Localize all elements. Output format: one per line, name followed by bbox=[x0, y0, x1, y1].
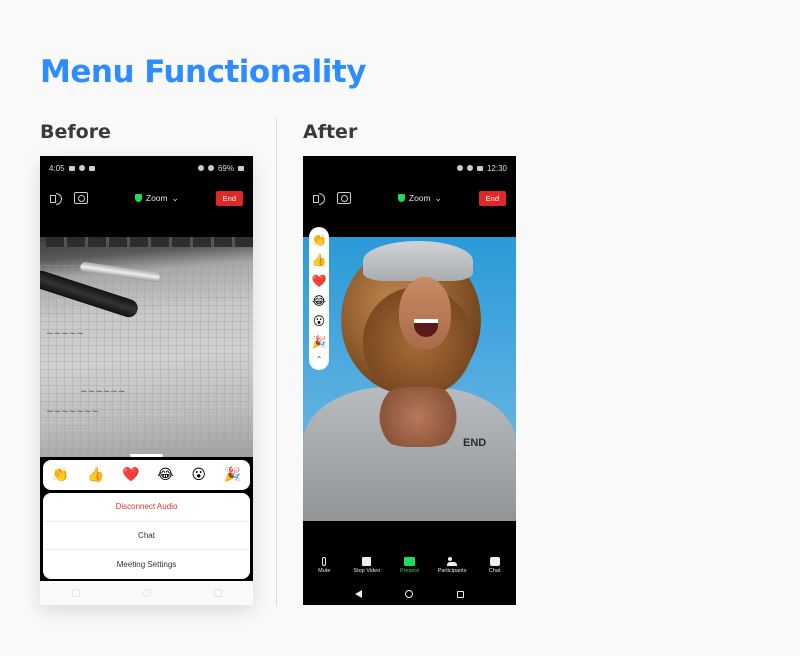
message-icon bbox=[78, 165, 85, 171]
hands-image bbox=[373, 387, 463, 447]
mute-label: Mute bbox=[318, 568, 331, 574]
back-icon[interactable] bbox=[213, 589, 222, 597]
shield-icon bbox=[397, 194, 405, 202]
stop-video-label: Stop Video bbox=[353, 568, 381, 574]
video-feed: END bbox=[303, 237, 516, 521]
participants-icon bbox=[447, 557, 458, 566]
image-icon bbox=[68, 165, 75, 171]
chat-label: Chat bbox=[488, 568, 501, 574]
home-icon[interactable] bbox=[405, 590, 414, 598]
chat-icon bbox=[489, 557, 500, 566]
heart-reaction[interactable]: ❤️ bbox=[122, 467, 139, 483]
meeting-title-text: Zoom bbox=[145, 193, 168, 203]
meeting-topbar: Zoom ⌄ End bbox=[303, 186, 516, 210]
face-image bbox=[399, 277, 451, 349]
microphone-icon bbox=[322, 557, 327, 566]
speaker-icon[interactable] bbox=[313, 192, 327, 205]
section-divider bbox=[276, 118, 277, 606]
chat-button[interactable]: Chat bbox=[475, 557, 515, 583]
laugh-reaction[interactable]: 😂 bbox=[312, 294, 326, 308]
android-navbar bbox=[303, 583, 516, 605]
meeting-title[interactable]: Zoom ⌄ bbox=[98, 193, 216, 204]
thumbs-up-reaction[interactable]: 👍 bbox=[87, 467, 104, 483]
video-feed: ~~~~~ ~~~~~~ ~~~~~~~ bbox=[40, 237, 253, 457]
after-label: After bbox=[303, 121, 358, 143]
sketch-mark: ~~~~~~~ bbox=[46, 407, 99, 417]
laugh-reaction[interactable]: 😂 bbox=[157, 467, 173, 483]
chevron-up-icon[interactable]: ⌃ bbox=[316, 355, 323, 364]
party-reaction[interactable]: 🎉 bbox=[224, 467, 241, 483]
disconnect-audio-item[interactable]: Disconnect Audio bbox=[43, 493, 250, 522]
switch-camera-icon[interactable] bbox=[74, 192, 88, 204]
signal-icon bbox=[466, 165, 473, 171]
meeting-title[interactable]: Zoom ⌄ bbox=[361, 193, 479, 204]
before-label: Before bbox=[40, 121, 111, 143]
stop-video-button[interactable]: Stop Video bbox=[347, 557, 387, 583]
recents-icon[interactable] bbox=[457, 590, 465, 598]
shield-icon bbox=[134, 194, 142, 202]
end-button[interactable]: End bbox=[215, 190, 243, 206]
status-time: 12:30 bbox=[486, 163, 507, 173]
video-icon bbox=[88, 165, 95, 171]
sketch-mark: ~~~~~ bbox=[46, 329, 84, 339]
page-title: Menu Functionality bbox=[40, 54, 366, 90]
clap-reaction[interactable]: 👏 bbox=[52, 467, 69, 483]
status-bar: 4:05 69% bbox=[40, 156, 253, 180]
thumbs-up-reaction[interactable]: 👍 bbox=[312, 253, 327, 267]
battery-icon bbox=[238, 165, 244, 171]
chevron-down-icon: ⌄ bbox=[434, 192, 442, 203]
meeting-title-text: Zoom bbox=[408, 193, 431, 203]
surprised-reaction[interactable]: 😮 bbox=[313, 314, 326, 328]
end-button[interactable]: End bbox=[478, 190, 506, 206]
meeting-toolbar: Mute Stop Video Present Participants Cha… bbox=[303, 557, 516, 583]
status-bar: 12:30 bbox=[303, 156, 516, 180]
clap-reaction[interactable]: 👏 bbox=[312, 233, 327, 247]
video-camera-icon bbox=[362, 557, 372, 566]
present-button[interactable]: Present bbox=[389, 557, 429, 583]
after-phone: 12:30 Zoom ⌄ End END 👏 👍 ❤️ 😂 😮 🎉 ⌃ Mute… bbox=[303, 156, 516, 605]
participants-button[interactable]: Participants bbox=[432, 557, 472, 583]
battery-icon bbox=[476, 165, 483, 171]
hoodie-text: END bbox=[463, 437, 487, 449]
speaker-icon[interactable] bbox=[50, 192, 64, 205]
android-navbar bbox=[40, 581, 253, 605]
heart-reaction[interactable]: ❤️ bbox=[312, 274, 327, 288]
more-menu: Disconnect Audio Chat Meeting Settings bbox=[43, 493, 250, 579]
keyboard-image bbox=[46, 237, 253, 247]
participants-label: Participants bbox=[437, 568, 467, 574]
home-icon[interactable] bbox=[142, 589, 151, 597]
surprised-reaction[interactable]: 😮 bbox=[191, 467, 206, 483]
present-label: Present bbox=[400, 568, 419, 574]
recents-icon[interactable] bbox=[71, 589, 80, 597]
sketch-mark: ~~~~~~ bbox=[80, 387, 126, 397]
status-time: 4:05 bbox=[49, 163, 65, 173]
reactions-bar: 👏 👍 ❤️ 😂 😮 🎉 bbox=[43, 460, 250, 490]
meeting-topbar: Zoom ⌄ End bbox=[40, 186, 253, 210]
share-screen-icon bbox=[403, 557, 415, 566]
party-reaction[interactable]: 🎉 bbox=[312, 335, 327, 349]
battery-percent: 69% bbox=[217, 163, 234, 173]
wifi-icon bbox=[456, 165, 463, 171]
beanie-image bbox=[363, 241, 473, 281]
switch-camera-icon[interactable] bbox=[337, 192, 351, 204]
meeting-settings-item[interactable]: Meeting Settings bbox=[43, 550, 250, 579]
chevron-down-icon: ⌄ bbox=[171, 192, 179, 203]
before-phone: 4:05 69% Zoom ⌄ End ~~~~~ ~~~~~~ ~~~~~~~ bbox=[40, 156, 253, 605]
wifi-icon bbox=[207, 165, 214, 171]
mute-button[interactable]: Mute bbox=[304, 557, 344, 583]
back-icon[interactable] bbox=[354, 590, 362, 598]
sheet-handle[interactable] bbox=[130, 454, 163, 457]
chat-item[interactable]: Chat bbox=[43, 522, 250, 551]
reactions-rail: 👏 👍 ❤️ 😂 😮 🎉 ⌃ bbox=[309, 227, 329, 370]
alarm-icon bbox=[197, 165, 204, 171]
